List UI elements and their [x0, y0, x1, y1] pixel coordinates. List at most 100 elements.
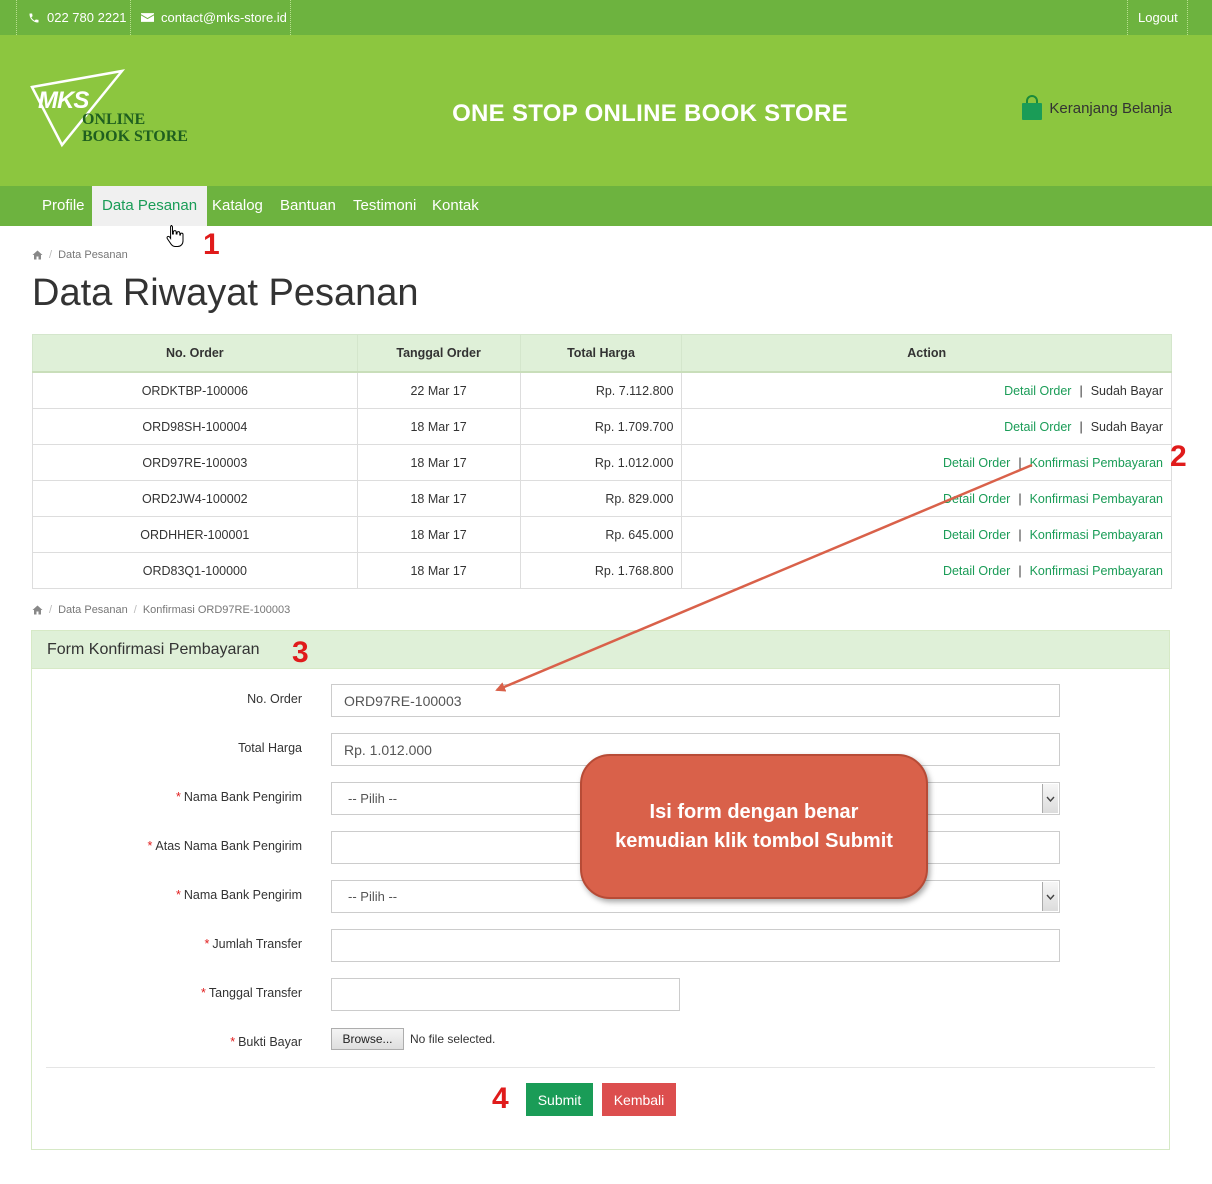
- action-separator: |: [1018, 527, 1022, 542]
- nav-item-data-pesanan[interactable]: Data Pesanan: [92, 186, 208, 226]
- konfirmasi-pembayaran-link[interactable]: Konfirmasi Pembayaran: [1030, 492, 1163, 506]
- detail-order-link[interactable]: Detail Order: [1004, 384, 1071, 398]
- cell-order-date: 22 Mar 17: [356, 371, 521, 409]
- breadcrumb-current: Konfirmasi ORD97RE-100003: [142, 604, 291, 616]
- action-separator: |: [1018, 455, 1022, 470]
- envelope-icon: [141, 13, 154, 22]
- logo-text-bookstore: BOOK STORE: [82, 128, 188, 145]
- table-row: ORD2JW4-100002 18 Mar 17 Rp. 829.000 Detail…: [32, 480, 1172, 517]
- step-marker-2: 2: [1170, 440, 1187, 473]
- label-tanggal-transfer: * Tanggal Transfer: [201, 986, 302, 1000]
- cell-action: Detail Order | Sudah Bayar: [681, 371, 1172, 409]
- cell-order-number: ORDHHER-100001: [32, 516, 358, 553]
- home-icon[interactable]: [32, 605, 43, 615]
- cell-total-price: Rp. 1.768.800: [519, 552, 683, 589]
- col-header-action: Action: [681, 334, 1172, 373]
- email-contact[interactable]: contact@mks-store.id: [131, 0, 297, 35]
- submit-button[interactable]: Submit: [526, 1083, 593, 1116]
- cell-total-price: Rp. 829.000: [519, 480, 683, 517]
- step-marker-4: 4: [492, 1082, 509, 1115]
- cell-order-date: 18 Mar 17: [356, 480, 521, 517]
- detail-order-link[interactable]: Detail Order: [943, 528, 1010, 542]
- phone-icon: [29, 13, 39, 22]
- cell-order-date: 18 Mar 17: [356, 552, 521, 589]
- top-bar: 022 780 2221 contact@mks-store.id Logout: [0, 0, 1212, 35]
- callout-line-2: kemudian klik tombol Submit: [615, 829, 893, 852]
- action-separator: |: [1079, 383, 1083, 398]
- label-nama-bank-pengirim: * Nama Bank Pengirim: [176, 790, 302, 804]
- table-row: ORD97RE-100003 18 Mar 17 Rp. 1.012.000 Deta…: [32, 444, 1172, 481]
- cell-order-date: 18 Mar 17: [356, 408, 521, 445]
- phone-number: 022 780 2221: [47, 10, 127, 25]
- cell-total-price: Rp. 1.709.700: [519, 408, 683, 445]
- logout-label[interactable]: Logout: [1138, 10, 1178, 25]
- cell-order-number: ORDKTBP-100006: [32, 371, 358, 409]
- panel-heading: Form Konfirmasi Pembayaran: [32, 631, 1169, 669]
- cell-order-number: ORD2JW4-100002: [32, 480, 358, 517]
- nav-item-testimoni[interactable]: Testimoni: [343, 186, 426, 226]
- logout-link[interactable]: Logout: [1128, 0, 1188, 35]
- label-jumlah-transfer: * Jumlah Transfer: [204, 937, 303, 951]
- konfirmasi-pembayaran-link[interactable]: Konfirmasi Pembayaran: [1030, 528, 1163, 542]
- chevron-down-icon[interactable]: [1042, 882, 1058, 911]
- orders-table: No. Order Tanggal Order Total Harga Acti…: [32, 334, 1172, 589]
- cell-order-date: 18 Mar 17: [356, 516, 521, 553]
- action-separator: |: [1018, 491, 1022, 506]
- tanggal-transfer-field[interactable]: [331, 978, 680, 1011]
- topbar-divider: [1187, 0, 1189, 35]
- col-header-no-order: No. Order: [32, 334, 358, 373]
- cell-total-price: Rp. 7.112.800: [519, 371, 683, 409]
- no-order-field[interactable]: ORD97RE-100003: [331, 684, 1060, 717]
- shopping-bag-icon: [1022, 95, 1043, 120]
- nav-item-bantuan[interactable]: Bantuan: [270, 186, 346, 226]
- cell-order-number: ORD83Q1-100000: [32, 552, 358, 589]
- home-icon[interactable]: [32, 250, 43, 260]
- nav-item-katalog[interactable]: Katalog: [202, 186, 273, 226]
- detail-order-link[interactable]: Detail Order: [943, 492, 1010, 506]
- chevron-down-icon[interactable]: [1042, 784, 1058, 813]
- shopping-cart-link[interactable]: Keranjang Belanja: [1021, 95, 1172, 121]
- label-atas-nama: * Atas Nama Bank Pengirim: [147, 839, 302, 853]
- select-value: -- Pilih --: [348, 889, 398, 904]
- cell-order-number: ORD98SH-100004: [32, 408, 358, 445]
- konfirmasi-pembayaran-link[interactable]: Konfirmasi Pembayaran: [1030, 456, 1163, 470]
- kembali-button[interactable]: Kembali: [602, 1083, 676, 1116]
- hand-cursor-icon: [166, 225, 184, 247]
- action-separator: |: [1079, 419, 1083, 434]
- cell-order-date: 18 Mar 17: [356, 444, 521, 481]
- table-header-row: No. Order Tanggal Order Total Harga Acti…: [32, 334, 1172, 373]
- cell-action: Detail Order | Konfirmasi Pembayaran: [681, 552, 1172, 589]
- breadcrumb-parent[interactable]: Data Pesanan: [58, 604, 128, 616]
- table-row: ORD98SH-100004 18 Mar 17 Rp. 1.709.700 Deta…: [32, 408, 1172, 445]
- cell-action: Detail Order | Konfirmasi Pembayaran: [681, 516, 1172, 553]
- panel-title: Form Konfirmasi Pembayaran: [47, 641, 260, 658]
- detail-order-link[interactable]: Detail Order: [943, 456, 1010, 470]
- label-no-order: No. Order: [247, 692, 302, 706]
- breadcrumb-current: Data Pesanan: [58, 249, 128, 261]
- cart-label[interactable]: Keranjang Belanja: [1049, 100, 1172, 117]
- step-marker-1: 1: [203, 228, 220, 261]
- email-address[interactable]: contact@mks-store.id: [161, 10, 287, 25]
- payment-status-text: Sudah Bayar: [1090, 383, 1163, 398]
- phone-contact: 022 780 2221: [18, 0, 137, 35]
- label-total-harga: Total Harga: [238, 741, 302, 755]
- detail-order-link[interactable]: Detail Order: [943, 564, 1010, 578]
- table-row: ORDHHER-100001 18 Mar 17 Rp. 645.000 Detail…: [32, 516, 1172, 553]
- cell-total-price: Rp. 1.012.000: [519, 444, 683, 481]
- label-nama-bank-pengirim-2: * Nama Bank Pengirim: [176, 888, 302, 902]
- browse-file-button[interactable]: Browse...: [331, 1028, 404, 1050]
- step-marker-3: 3: [292, 636, 309, 669]
- nav-item-profile[interactable]: Profile: [32, 186, 95, 226]
- konfirmasi-pembayaran-link[interactable]: Konfirmasi Pembayaran: [1030, 564, 1163, 578]
- jumlah-transfer-field[interactable]: [331, 929, 1060, 962]
- cell-action: Detail Order | Konfirmasi Pembayaran: [681, 444, 1172, 481]
- action-separator: |: [1018, 563, 1022, 578]
- col-header-total: Total Harga: [519, 334, 683, 373]
- detail-order-link[interactable]: Detail Order: [1004, 420, 1071, 434]
- callout-line-1: Isi form dengan benar: [649, 800, 859, 823]
- breadcrumb-confirm: / Data Pesanan / Konfirmasi ORD97RE-1000…: [32, 604, 290, 616]
- cell-action: Detail Order | Konfirmasi Pembayaran: [681, 480, 1172, 517]
- page-title: Data Riwayat Pesanan: [32, 272, 419, 314]
- nav-item-kontak[interactable]: Kontak: [422, 186, 489, 226]
- cell-action: Detail Order | Sudah Bayar: [681, 408, 1172, 445]
